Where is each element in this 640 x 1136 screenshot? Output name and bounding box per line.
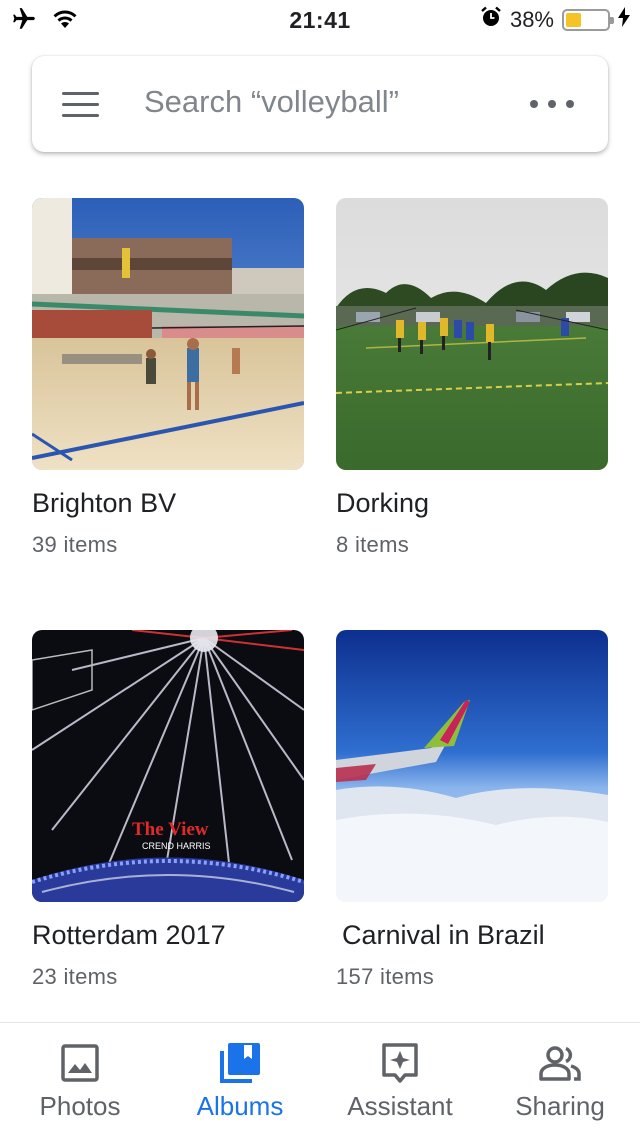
- album-thumbnail-brighton[interactable]: [32, 198, 304, 470]
- assistant-icon: [378, 1041, 422, 1085]
- search-input[interactable]: Search “volleyball”: [144, 84, 399, 120]
- battery-icon: [562, 8, 614, 31]
- photo-icon: [58, 1041, 102, 1085]
- nav-label: Assistant: [347, 1091, 453, 1121]
- album-item-count: 157 items: [336, 964, 435, 989]
- people-icon: [538, 1041, 582, 1085]
- album-thumbnail-dorking[interactable]: [336, 198, 608, 470]
- bottom-navigation: Photos Albums Assistant Sharing: [0, 1022, 640, 1136]
- nav-assistant[interactable]: Assistant: [320, 1023, 480, 1136]
- alarm-icon: [480, 6, 502, 33]
- status-right: 38%: [480, 6, 630, 33]
- album-item-count: 23 items: [32, 964, 118, 989]
- battery-level: [566, 12, 582, 27]
- album-item-count: 39 items: [32, 532, 118, 557]
- album-item-count: 8 items: [336, 532, 410, 557]
- album-thumbnail-carnival[interactable]: [336, 630, 608, 902]
- nav-photos[interactable]: Photos: [0, 1023, 160, 1136]
- albums-icon: [218, 1041, 262, 1085]
- nav-label: Albums: [196, 1091, 284, 1121]
- album-thumbnail-rotterdam[interactable]: The View CREND HARRIS: [32, 630, 304, 902]
- nav-sharing[interactable]: Sharing: [480, 1023, 640, 1136]
- rotterdam-sign-text: The View: [132, 819, 209, 840]
- battery-percent: 38%: [509, 6, 554, 32]
- status-bar: 21:41 38%: [0, 0, 640, 40]
- album-title: Brighton BV: [32, 488, 177, 518]
- album-title: Carnival in Brazil: [342, 920, 545, 950]
- album-title: Rotterdam 2017: [32, 920, 226, 950]
- nav-albums[interactable]: Albums: [160, 1023, 320, 1136]
- nav-label: Photos: [39, 1091, 121, 1121]
- nav-label: Sharing: [515, 1091, 605, 1121]
- rotterdam-sign-subtext: CREND HARRIS: [142, 841, 211, 851]
- charging-bolt-icon: [618, 7, 630, 32]
- search-bar[interactable]: Search “volleyball”: [32, 56, 608, 152]
- more-options-icon[interactable]: [530, 92, 574, 116]
- hamburger-menu-icon[interactable]: [62, 86, 116, 122]
- album-title: Dorking: [336, 488, 430, 518]
